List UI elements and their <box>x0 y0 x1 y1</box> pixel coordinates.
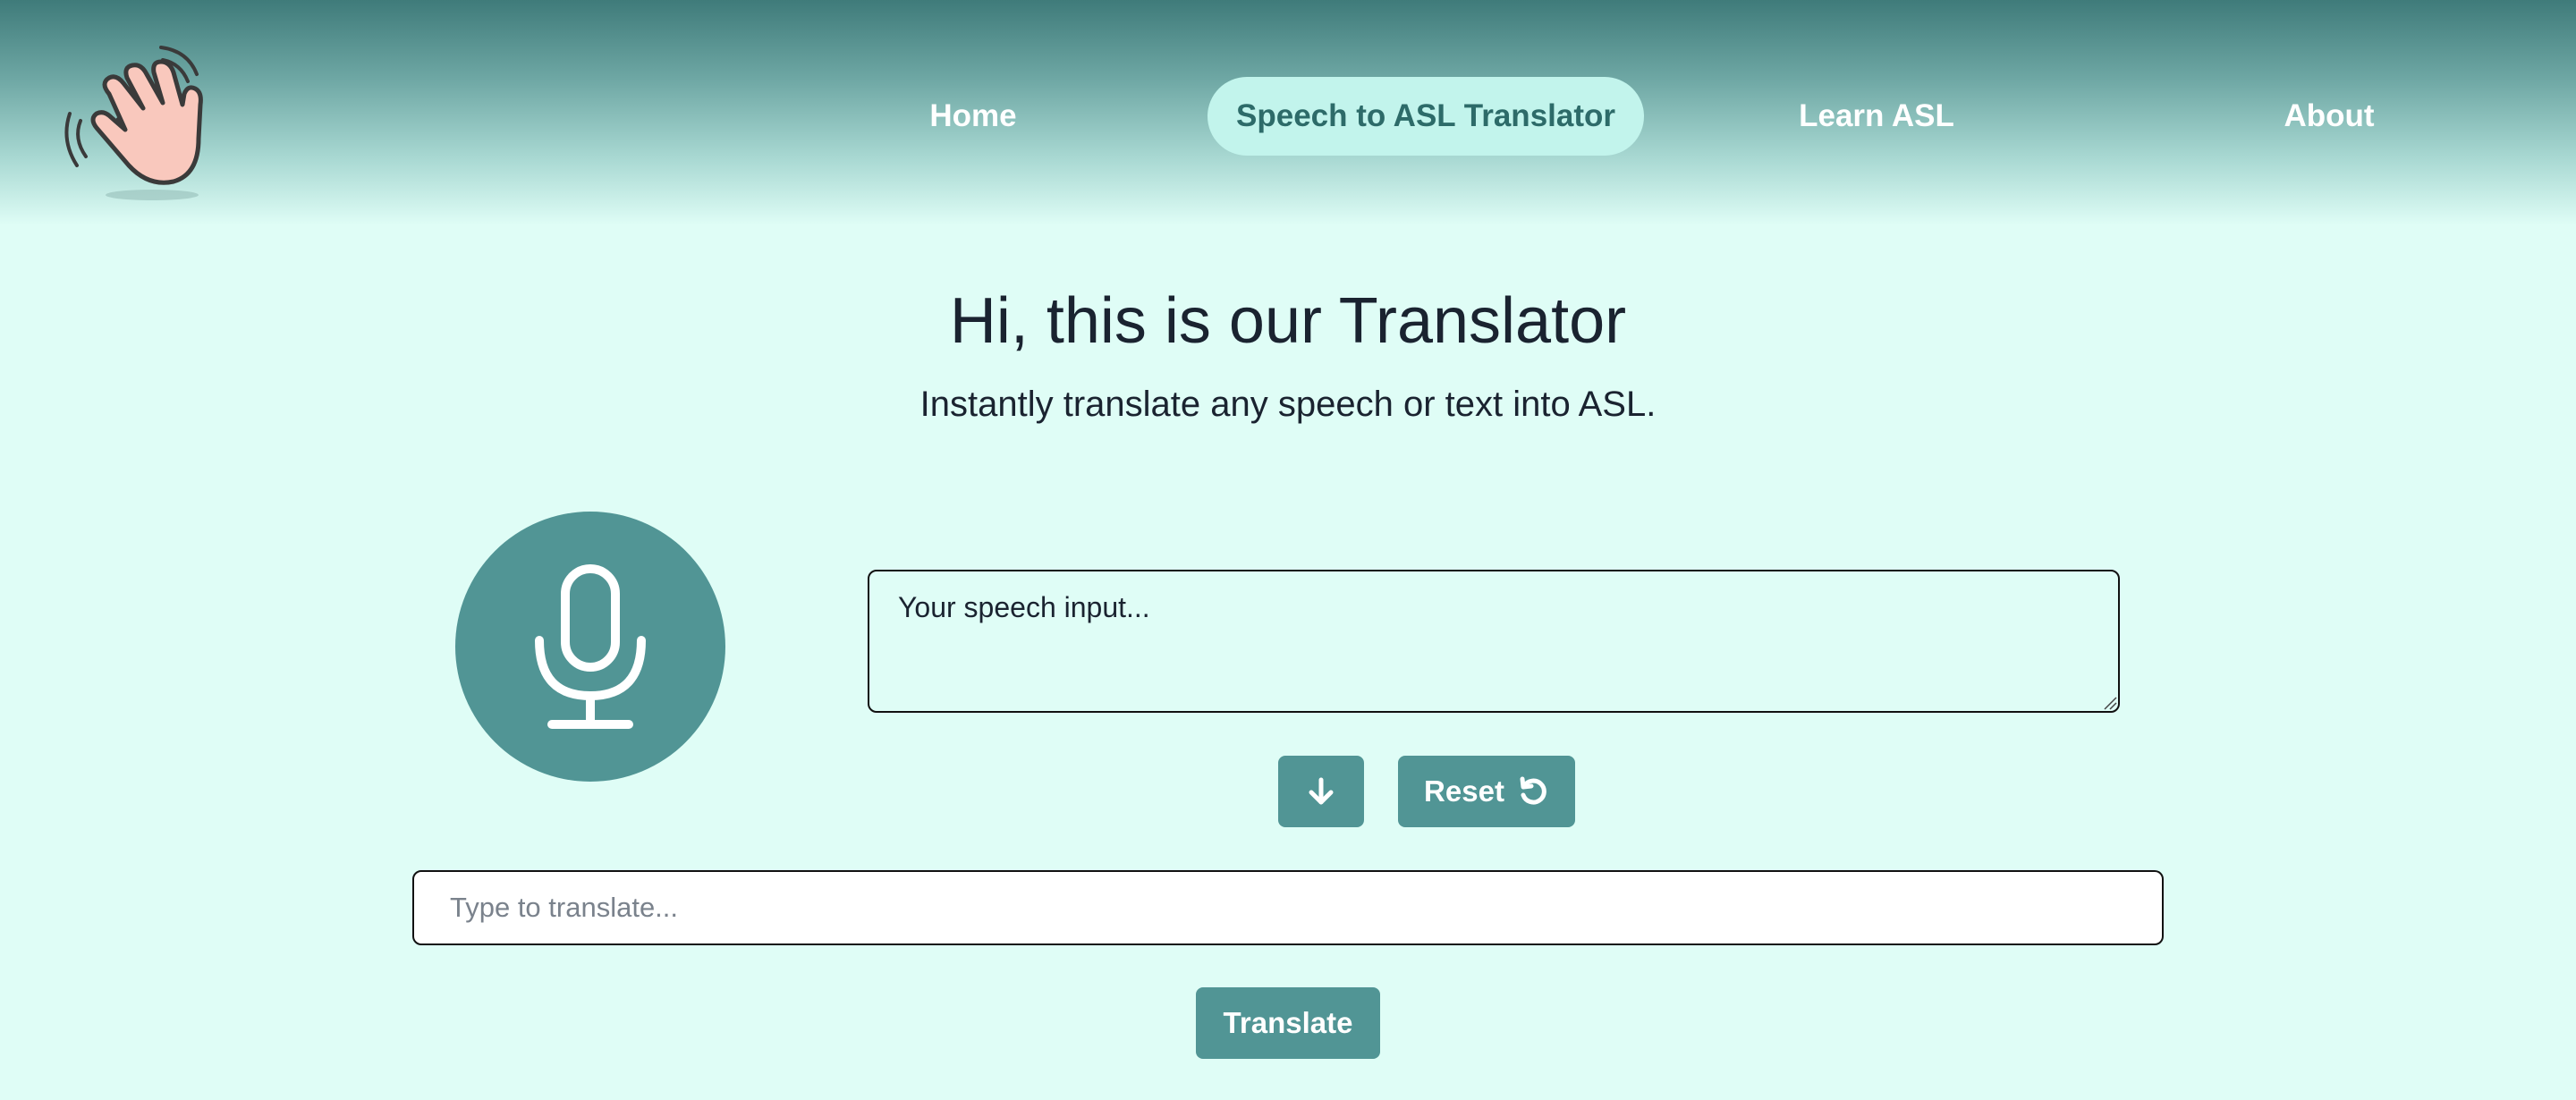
nav-home[interactable]: Home <box>886 77 1061 156</box>
transfer-down-button[interactable] <box>1278 756 1364 827</box>
waving-hand-icon[interactable] <box>63 40 224 210</box>
speech-input-box[interactable]: Your speech input... <box>868 570 2120 713</box>
nav-speech-to-asl-translator[interactable]: Speech to ASL Translator <box>1208 77 1644 156</box>
resize-grip-icon[interactable] <box>2103 696 2117 710</box>
page-title: Hi, this is our Translator <box>949 285 1627 357</box>
reset-button[interactable]: Reset <box>1398 756 1575 827</box>
rotate-ccw-icon <box>1520 776 1546 805</box>
nav-about[interactable]: About <box>2236 77 2422 156</box>
translate-button[interactable]: Translate <box>1196 987 1380 1059</box>
reset-button-label: Reset <box>1424 774 1504 808</box>
page-subtitle: Instantly translate any speech or text i… <box>919 385 1657 424</box>
arrow-down-icon <box>1309 777 1334 805</box>
translate-text-input[interactable]: Type to translate... <box>412 870 2164 945</box>
microphone-button[interactable] <box>455 512 725 782</box>
translate-text-placeholder: Type to translate... <box>450 892 679 923</box>
nav-learn-asl[interactable]: Learn ASL <box>1771 77 1982 156</box>
microphone-icon <box>535 564 646 729</box>
navbar: Home Speech to ASL Translator Learn ASL … <box>0 0 2576 225</box>
